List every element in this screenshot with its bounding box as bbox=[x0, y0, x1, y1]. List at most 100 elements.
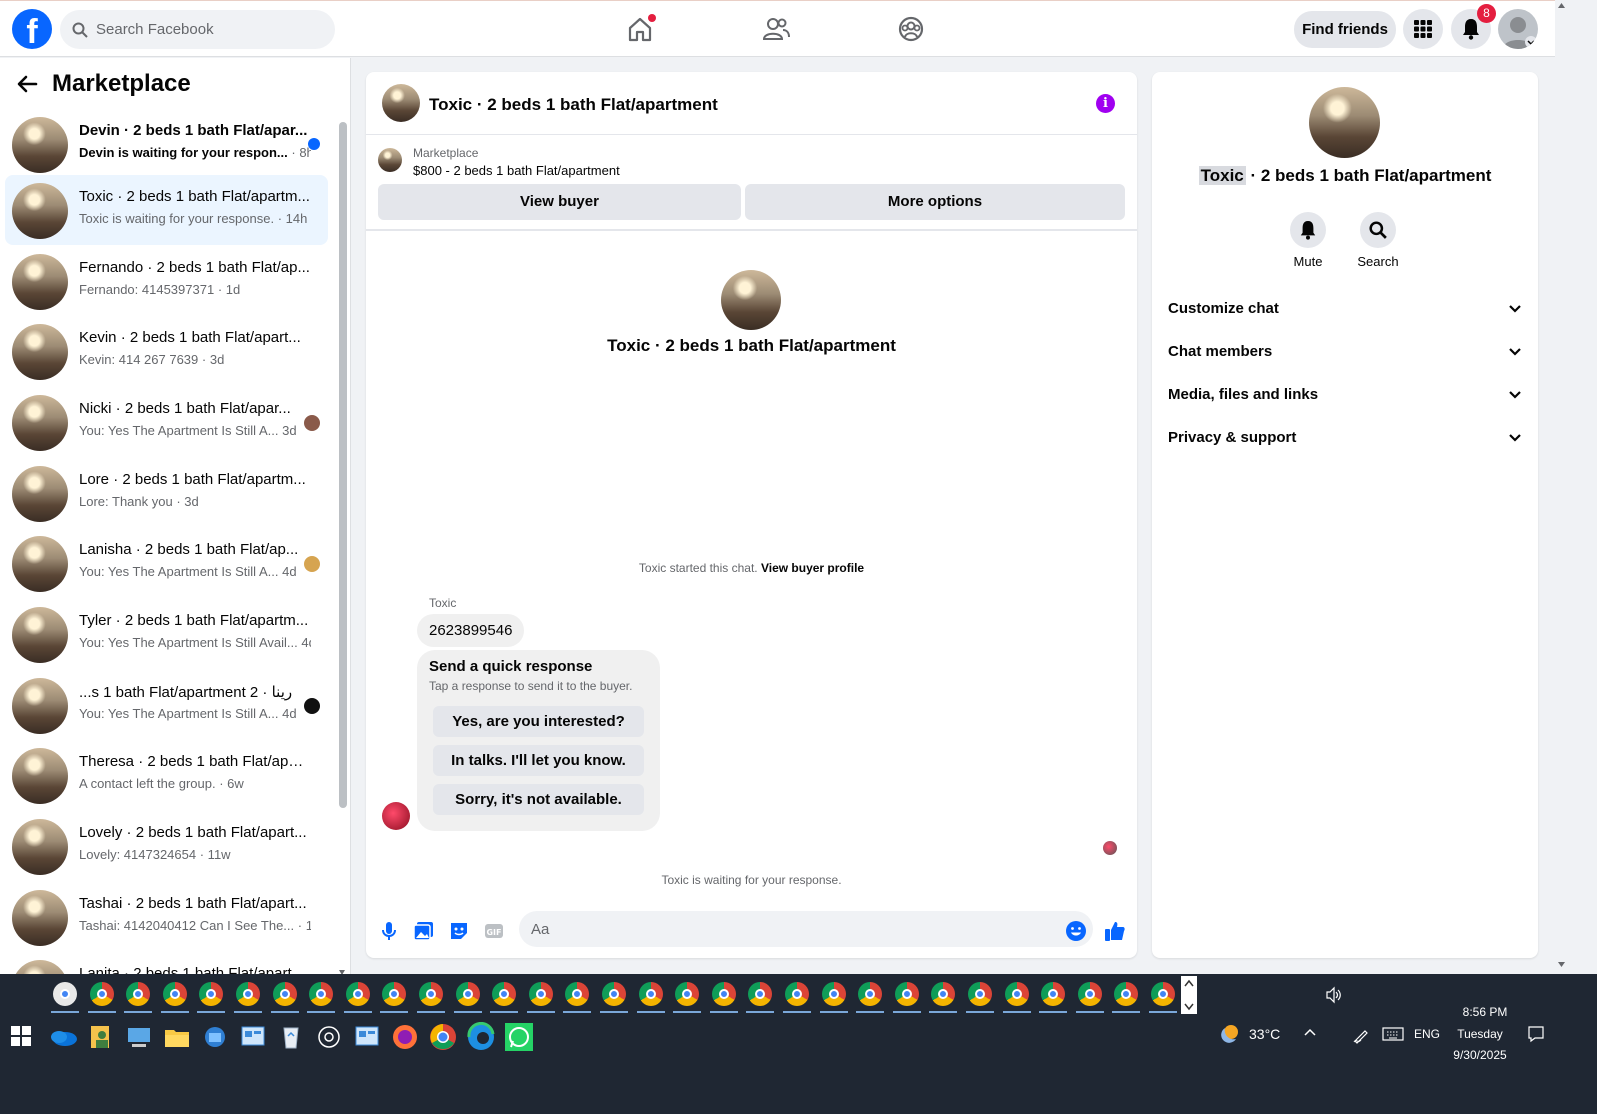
chrome-window-icon[interactable] bbox=[309, 982, 334, 1006]
mute-action[interactable]: Mute bbox=[1278, 212, 1338, 269]
onedrive-icon[interactable] bbox=[48, 1022, 78, 1052]
search-placeholder[interactable]: Search Facebook bbox=[96, 21, 214, 38]
back-arrow-icon[interactable] bbox=[16, 73, 38, 95]
chrome-window-icon[interactable] bbox=[419, 982, 443, 1006]
groups-icon[interactable] bbox=[896, 14, 926, 44]
find-friends-button[interactable]: Find friends bbox=[1294, 11, 1396, 48]
conversation-row[interactable]: Lanita · 2 beds 1 bath Flat/apart... bbox=[5, 952, 328, 974]
conversation-row[interactable]: Toxic · 2 beds 1 bath Flat/apartm... Toxi… bbox=[5, 175, 328, 245]
customize-chat-section[interactable]: Customize chat bbox=[1168, 300, 1522, 324]
message-input[interactable] bbox=[519, 911, 1093, 947]
chrome-window-icon[interactable] bbox=[382, 982, 407, 1006]
chrome-window-icon[interactable] bbox=[1151, 982, 1175, 1006]
keyboard-icon[interactable] bbox=[1382, 1027, 1404, 1041]
system-settings-icon[interactable] bbox=[352, 1022, 382, 1052]
chrome-window-icon[interactable] bbox=[455, 982, 480, 1006]
chat-avatar[interactable] bbox=[382, 84, 420, 122]
chrome-window-icon[interactable] bbox=[931, 982, 956, 1006]
quick-response-interested[interactable]: Yes, are you interested? bbox=[433, 706, 644, 737]
sidebar-scroll-thumb[interactable] bbox=[339, 122, 347, 808]
chrome-window-icon[interactable] bbox=[638, 982, 663, 1006]
chrome-logo-outline-icon[interactable] bbox=[314, 1022, 344, 1052]
weather-temperature[interactable]: 33°C bbox=[1249, 1026, 1280, 1042]
account-avatar[interactable] bbox=[1498, 9, 1538, 49]
chrome-window-icon[interactable] bbox=[492, 982, 517, 1006]
pinned-app-icon[interactable] bbox=[53, 982, 77, 1006]
page-scrollbar[interactable] bbox=[1555, 0, 1568, 974]
chrome-window-icon[interactable] bbox=[675, 982, 700, 1006]
conversation-row[interactable]: Fernando · 2 beds 1 bath Flat/ap... Ferna… bbox=[5, 246, 328, 316]
chrome-window-icon[interactable] bbox=[126, 982, 151, 1006]
network-icon[interactable] bbox=[200, 1022, 230, 1052]
facebook-logo-icon[interactable]: f bbox=[12, 9, 52, 51]
conversation-row[interactable]: Lore · 2 beds 1 bath Flat/apartm... Lore:… bbox=[5, 458, 328, 528]
gif-icon[interactable]: GIF bbox=[483, 920, 505, 942]
sticker-icon[interactable] bbox=[448, 920, 470, 942]
quick-response-not-available[interactable]: Sorry, it's not available. bbox=[433, 784, 644, 815]
chrome-window-icon[interactable] bbox=[1077, 982, 1102, 1006]
chrome-window-icon[interactable] bbox=[785, 982, 809, 1006]
clock-time[interactable]: 8:56 PM bbox=[1455, 1005, 1515, 1019]
chrome-window-icon[interactable] bbox=[748, 982, 773, 1006]
chrome-window-icon[interactable] bbox=[894, 982, 919, 1006]
info-icon[interactable]: i bbox=[1096, 94, 1115, 113]
chrome-window-icon[interactable] bbox=[858, 982, 883, 1006]
thumbs-up-icon[interactable] bbox=[1104, 920, 1126, 942]
recycle-bin-icon[interactable] bbox=[276, 1022, 306, 1052]
edge-icon[interactable] bbox=[466, 1022, 496, 1052]
media-files-links-section[interactable]: Media, files and links bbox=[1168, 386, 1522, 410]
chat-title[interactable]: Toxic · 2 beds 1 bath Flat/apartment bbox=[429, 95, 718, 115]
listing-price[interactable]: $800 - 2 beds 1 bath Flat/apartment bbox=[413, 163, 620, 178]
whatsapp-icon[interactable] bbox=[504, 1022, 534, 1052]
user-folder-icon[interactable] bbox=[86, 1022, 116, 1052]
details-avatar[interactable] bbox=[1309, 87, 1380, 158]
conversation-row[interactable]: Nicki · 2 beds 1 bath Flat/apar... You: Y… bbox=[5, 387, 328, 457]
volume-icon[interactable] bbox=[1325, 986, 1343, 1004]
conversation-row[interactable]: Tyler · 2 beds 1 bath Flat/apartm... You:… bbox=[5, 599, 328, 669]
emoji-icon[interactable] bbox=[1065, 920, 1087, 942]
chrome-window-icon[interactable] bbox=[711, 982, 736, 1006]
view-buyer-button[interactable]: View buyer bbox=[378, 184, 741, 220]
conversation-row[interactable]: Lovely · 2 beds 1 bath Flat/apart... Love… bbox=[5, 811, 328, 881]
conversation-row[interactable]: Theresa · 2 beds 1 bath Flat/apar... A co… bbox=[5, 740, 328, 810]
quick-response-in-talks[interactable]: In talks. I'll let you know. bbox=[433, 745, 644, 776]
chrome-window-icon[interactable] bbox=[1004, 982, 1029, 1006]
chrome-window-icon[interactable] bbox=[162, 982, 187, 1006]
chrome-window-icon[interactable] bbox=[272, 982, 297, 1006]
notification-center-icon[interactable] bbox=[1527, 1025, 1545, 1043]
chevron-up-icon[interactable] bbox=[1303, 1027, 1317, 1037]
chrome-window-icon[interactable] bbox=[1114, 982, 1139, 1006]
chrome-window-icon[interactable] bbox=[1041, 982, 1066, 1006]
privacy-support-section[interactable]: Privacy & support bbox=[1168, 429, 1522, 453]
listing-thumbnail[interactable] bbox=[378, 148, 402, 172]
chrome-window-icon[interactable] bbox=[821, 982, 846, 1006]
menu-button[interactable] bbox=[1403, 9, 1443, 49]
chrome-window-icon[interactable] bbox=[345, 982, 370, 1006]
this-pc-icon[interactable] bbox=[124, 1022, 154, 1052]
weather-icon[interactable] bbox=[1219, 1022, 1241, 1044]
chrome-window-icon[interactable] bbox=[528, 982, 553, 1006]
chrome-window-icon[interactable] bbox=[236, 982, 260, 1006]
chrome-icon[interactable] bbox=[428, 1022, 458, 1052]
conversation-row[interactable]: Lanisha · 2 beds 1 bath Flat/ap... You: Y… bbox=[5, 528, 328, 598]
conversation-row[interactable]: Tashai · 2 beds 1 bath Flat/apart... Tash… bbox=[5, 882, 328, 952]
chrome-window-icon[interactable] bbox=[565, 982, 590, 1006]
chrome-window-icon[interactable] bbox=[602, 982, 626, 1006]
windows-start-icon[interactable] bbox=[11, 1026, 31, 1046]
chrome-window-icon[interactable] bbox=[199, 982, 224, 1006]
pen-icon[interactable] bbox=[1352, 1026, 1370, 1044]
conversation-row[interactable]: Kevin · 2 beds 1 bath Flat/apart... Kevin… bbox=[5, 316, 328, 386]
chrome-window-icon[interactable] bbox=[89, 982, 114, 1006]
search-action[interactable]: Search bbox=[1348, 212, 1408, 269]
input-language[interactable]: ENG bbox=[1414, 1027, 1440, 1041]
taskbar-scroll-arrows[interactable] bbox=[1181, 976, 1197, 1014]
friends-icon[interactable] bbox=[761, 14, 791, 44]
conversation-row[interactable]: ...s 1 bath Flat/apartment 2 · رينا You: … bbox=[5, 670, 328, 740]
search-field[interactable]: Search Facebook bbox=[60, 10, 335, 49]
file-explorer-icon[interactable] bbox=[162, 1022, 192, 1052]
firefox-icon[interactable] bbox=[390, 1022, 420, 1052]
more-options-button[interactable]: More options bbox=[745, 184, 1125, 220]
message-bubble[interactable]: 2623899546 bbox=[417, 614, 525, 647]
chrome-window-icon[interactable] bbox=[968, 982, 992, 1006]
photo-icon[interactable] bbox=[413, 920, 435, 942]
